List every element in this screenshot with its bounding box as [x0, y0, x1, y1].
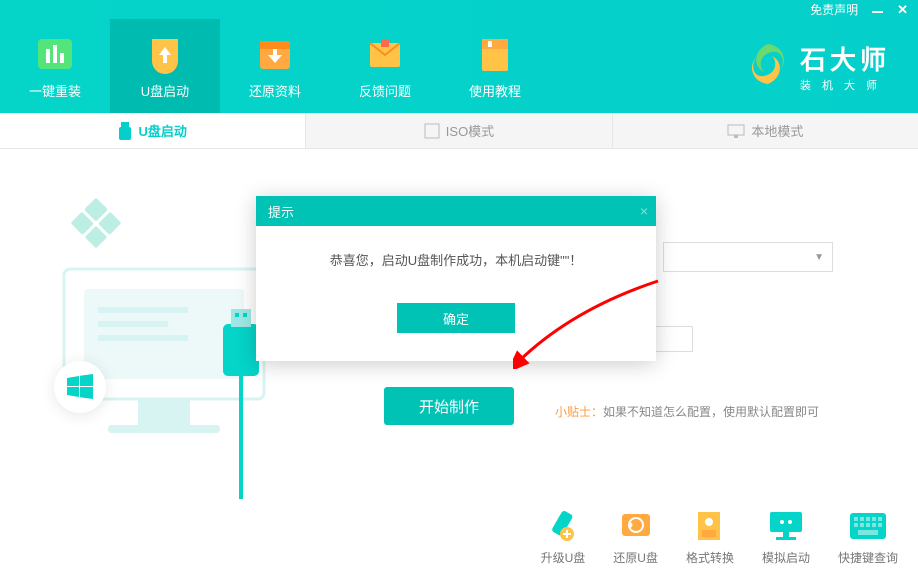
hotkey-icon [847, 508, 889, 543]
disclaimer-link[interactable]: 免责声明 [810, 1, 858, 18]
local-icon [727, 124, 745, 138]
reinstall-icon [34, 33, 76, 75]
nav-usb-boot[interactable]: U盘启动 [110, 19, 220, 113]
nav-label: 一键重装 [29, 81, 81, 100]
feedback-icon [364, 33, 406, 75]
dialog-header: 提示 × [256, 196, 656, 226]
tab-iso-mode[interactable]: ISO模式 [306, 113, 612, 148]
simulate-icon [765, 508, 807, 543]
content-area: ▼ 开始制作 小贴士：如果不知道怎么配置，使用默认配置即可 升级U盘 还原U盘 … [0, 149, 918, 580]
tool-label: 快捷键查询 [838, 549, 898, 566]
tool-upgrade-usb[interactable]: 升级U盘 [541, 508, 586, 566]
format-icon [689, 508, 731, 543]
windows-badge [54, 361, 106, 413]
tool-format-convert[interactable]: 格式转换 [686, 508, 734, 566]
start-button[interactable]: 开始制作 [384, 387, 514, 425]
titlebar: 免责声明 ✕ [0, 0, 918, 19]
brand-subtitle: 装机大师 [800, 77, 890, 93]
close-icon[interactable]: ✕ [897, 2, 908, 18]
tool-label: 还原U盘 [613, 549, 658, 566]
tutorial-icon [474, 33, 516, 75]
nav-tutorial[interactable]: 使用教程 [440, 19, 550, 113]
upgrade-usb-icon [542, 508, 584, 543]
dialog-message: 恭喜您，启动U盘制作成功，本机启动键""！ [330, 253, 583, 268]
tab-usb-boot[interactable]: U盘启动 [0, 113, 306, 148]
mode-tabs: U盘启动 ISO模式 本地模式 [0, 113, 918, 149]
tool-label: 升级U盘 [541, 549, 586, 566]
tool-restore-usb[interactable]: 还原U盘 [613, 508, 658, 566]
dialog-close-icon[interactable]: × [640, 203, 648, 219]
nav-label: U盘启动 [141, 81, 189, 100]
brand: 石大师 装机大师 [744, 19, 918, 113]
tool-label: 模拟启动 [762, 549, 810, 566]
brand-title: 石大师 [800, 40, 890, 77]
nav-label: 反馈问题 [359, 81, 411, 100]
tip-text: 小贴士：如果不知道怎么配置，使用默认配置即可 [555, 403, 819, 420]
nav-reinstall[interactable]: 一键重装 [0, 19, 110, 113]
header-nav: 一键重装 U盘启动 还原资料 反馈问题 使用教程 石大师 装机大师 [0, 19, 918, 113]
restore-icon [254, 33, 296, 75]
tool-label: 格式转换 [686, 549, 734, 566]
usb-boot-icon [144, 33, 186, 75]
nav-label: 还原资料 [249, 81, 301, 100]
tool-hotkey-query[interactable]: 快捷键查询 [838, 508, 898, 566]
tip-label: 小贴士： [555, 405, 603, 419]
dialog-body: 恭喜您，启动U盘制作成功，本机启动键""！ 确定 [256, 226, 656, 361]
nav-restore[interactable]: 还原资料 [220, 19, 330, 113]
bottom-toolbar: 升级U盘 还原U盘 格式转换 模拟启动 快捷键查询 [541, 508, 898, 566]
windows-icon [65, 372, 95, 402]
success-dialog: 提示 × 恭喜您，启动U盘制作成功，本机启动键""！ 确定 [256, 196, 656, 361]
chevron-down-icon: ▼ [814, 252, 824, 263]
nav-label: 使用教程 [469, 81, 521, 100]
dialog-title: 提示 [268, 202, 294, 221]
dialog-ok-button[interactable]: 确定 [397, 303, 515, 333]
iso-icon [424, 123, 440, 139]
tool-simulate-boot[interactable]: 模拟启动 [762, 508, 810, 566]
select-dropdown[interactable]: ▼ [663, 242, 833, 272]
nav-feedback[interactable]: 反馈问题 [330, 19, 440, 113]
restore-usb-icon [615, 508, 657, 543]
tab-local-mode[interactable]: 本地模式 [613, 113, 918, 148]
brand-logo-icon [744, 40, 792, 93]
usb-small-icon [118, 122, 132, 140]
minimize-icon[interactable] [872, 11, 883, 13]
